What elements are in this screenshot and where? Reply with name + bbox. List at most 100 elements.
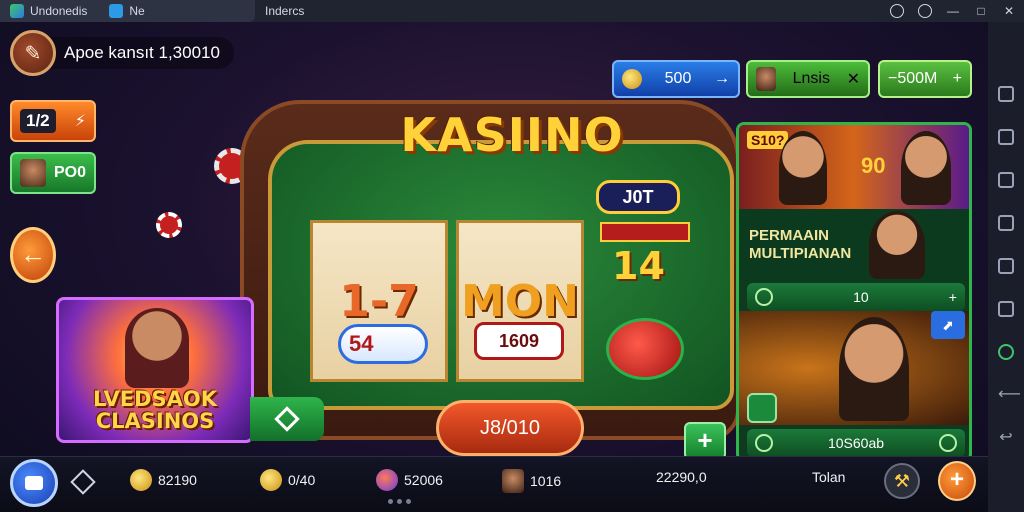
edit-pen-icon[interactable]: ✎ [10,30,56,76]
lightning-icon: ⚡ [74,113,86,130]
friends-stat[interactable]: 1016 [502,469,561,493]
close-icon[interactable]: ✕ [847,69,860,89]
reel-2-value: MON [460,275,579,327]
plus-icon[interactable]: + [953,70,962,88]
friends-balance[interactable]: Lnsis ✕ [746,60,870,98]
game-stage: ✎ Apoe kansıt 1,30010 1/2 ⚡ PO0 ← KASIIN… [0,22,988,456]
coin-balance[interactable]: 500 → [612,60,740,98]
chat-icon [25,476,43,490]
tab-app[interactable]: Undonedis Ne [0,0,255,22]
label-stat: Tolan [812,469,845,485]
multiplayer-title: PERMAAIN MULTIPIANAN [749,227,851,263]
eco-mode-icon[interactable] [998,344,1014,360]
emulator-title-bar: Undonedis Ne Indercs — □ ✕ [0,0,1024,22]
player-portrait [901,131,951,205]
promo-title: LVEDSAOK CLASINOS [59,388,251,432]
multiplayer-line2: MULTIPIANAN [749,245,852,262]
close-icon[interactable]: ✕ [1002,4,1016,18]
app-logo-icon [10,4,24,18]
player-portrait [869,211,925,279]
gem-icon [376,469,398,491]
resize-icon[interactable] [998,172,1014,188]
gold-stat[interactable]: 0/40 [260,469,315,491]
score-value: 22290,0 [656,469,707,485]
friend-avatar [502,469,524,493]
help-icon[interactable] [890,4,904,18]
join-row[interactable]: 10 + [747,283,965,311]
player-profile[interactable]: ✎ Apoe kansıt 1,30010 [10,30,234,76]
bonus-balance-value: −500M [888,70,938,87]
settings-icon[interactable] [939,434,957,452]
coins-stat[interactable]: 82190 [130,469,197,491]
friends-label: Lnsis [792,70,830,87]
return-icon[interactable]: ↩ [998,430,1014,446]
plus-icon[interactable]: + [949,289,957,305]
gems-stat[interactable]: 52006 [376,469,443,491]
coin-icon [622,69,642,89]
bottom-status-bar: 82190 0/40 52006 1016 22290,0 Tolan ⚒ + [0,456,988,512]
page-dot [397,499,402,504]
coin-balance-value: 500 [664,70,692,87]
gems-value: 52006 [404,472,443,488]
join-row-value: 10 [853,289,869,305]
screen-icon[interactable] [998,129,1014,145]
home-icon [70,469,96,495]
page-dot [388,499,393,504]
refresh-icon[interactable] [747,393,777,423]
level-pill[interactable]: 1/2 ⚡ [10,100,96,142]
reel-3-value: 14 [612,244,665,288]
back-arrow-icon[interactable]: ⟵ [998,387,1021,403]
settings-icon[interactable] [918,4,932,18]
home-nav[interactable] [70,469,96,495]
casino-chip-decor [156,212,182,238]
window-controls: — □ ✕ [890,0,1016,22]
chat-button[interactable] [10,459,58,507]
screenshot-icon[interactable] [998,215,1014,231]
level-value: 1/2 [20,109,56,133]
table-row[interactable]: 10S60ab [747,429,965,456]
gallery-icon[interactable] [998,301,1014,317]
promo-title-line2: CLASINOS [95,409,215,433]
add-bet-button[interactable]: + [684,422,726,456]
arrow-right-icon: → [713,70,730,87]
tab-title: Undonedis [30,4,88,18]
keyboard-icon[interactable] [998,86,1014,102]
back-button[interactable]: ← [10,227,56,283]
emulator-sidebar: ⟵ ↩ [988,22,1024,512]
score-stat: 22290,0 [656,469,707,485]
friend-avatar [20,159,46,187]
bonus-balance[interactable]: −500M + [878,60,972,98]
info-icon [755,434,773,452]
gold-value: 0/40 [288,472,316,488]
add-button[interactable]: + [938,461,976,501]
bottom-label: Tolan [812,469,846,485]
maximize-icon[interactable]: □ [974,4,988,18]
minimize-icon[interactable]: — [946,4,960,18]
roulette-ball-icon [606,318,684,380]
home-tab-label: Ne [129,4,145,18]
dealer-portrait [125,308,189,388]
coin-icon [130,469,152,491]
friends-value: 1016 [530,473,562,489]
friend-pill-value: PO0 [53,164,86,181]
share-button[interactable]: ⬈ [931,311,965,339]
game-title: KASIINO [400,108,624,162]
window-title: Indercs [265,4,305,18]
jackpot-ribbon [600,222,690,242]
live-casinos-promo[interactable]: LVEDSAOK CLASINOS [56,297,254,443]
friend-pill[interactable]: PO0 [10,152,96,194]
gem-button[interactable] [250,397,324,441]
bet-button[interactable]: J8/010 [436,400,584,456]
bonus-badge: 54 [338,324,428,364]
multiplayer-section[interactable]: PERMAAIN MULTIPIANAN [739,209,969,281]
page-indicator [388,499,411,504]
tools-button[interactable]: ⚒ [884,463,920,499]
win-counter: 1609 [474,322,564,360]
promo-title-line1: LVEDSAOK [92,387,218,411]
coins-value: 82190 [158,472,197,488]
chip-icon [755,288,773,306]
record-icon[interactable] [998,258,1014,274]
home-icon[interactable] [109,4,124,18]
profile-label: Apoe kansıt 1,30010 [48,37,234,69]
tournament-banner[interactable]: S10? 90 [739,125,969,209]
